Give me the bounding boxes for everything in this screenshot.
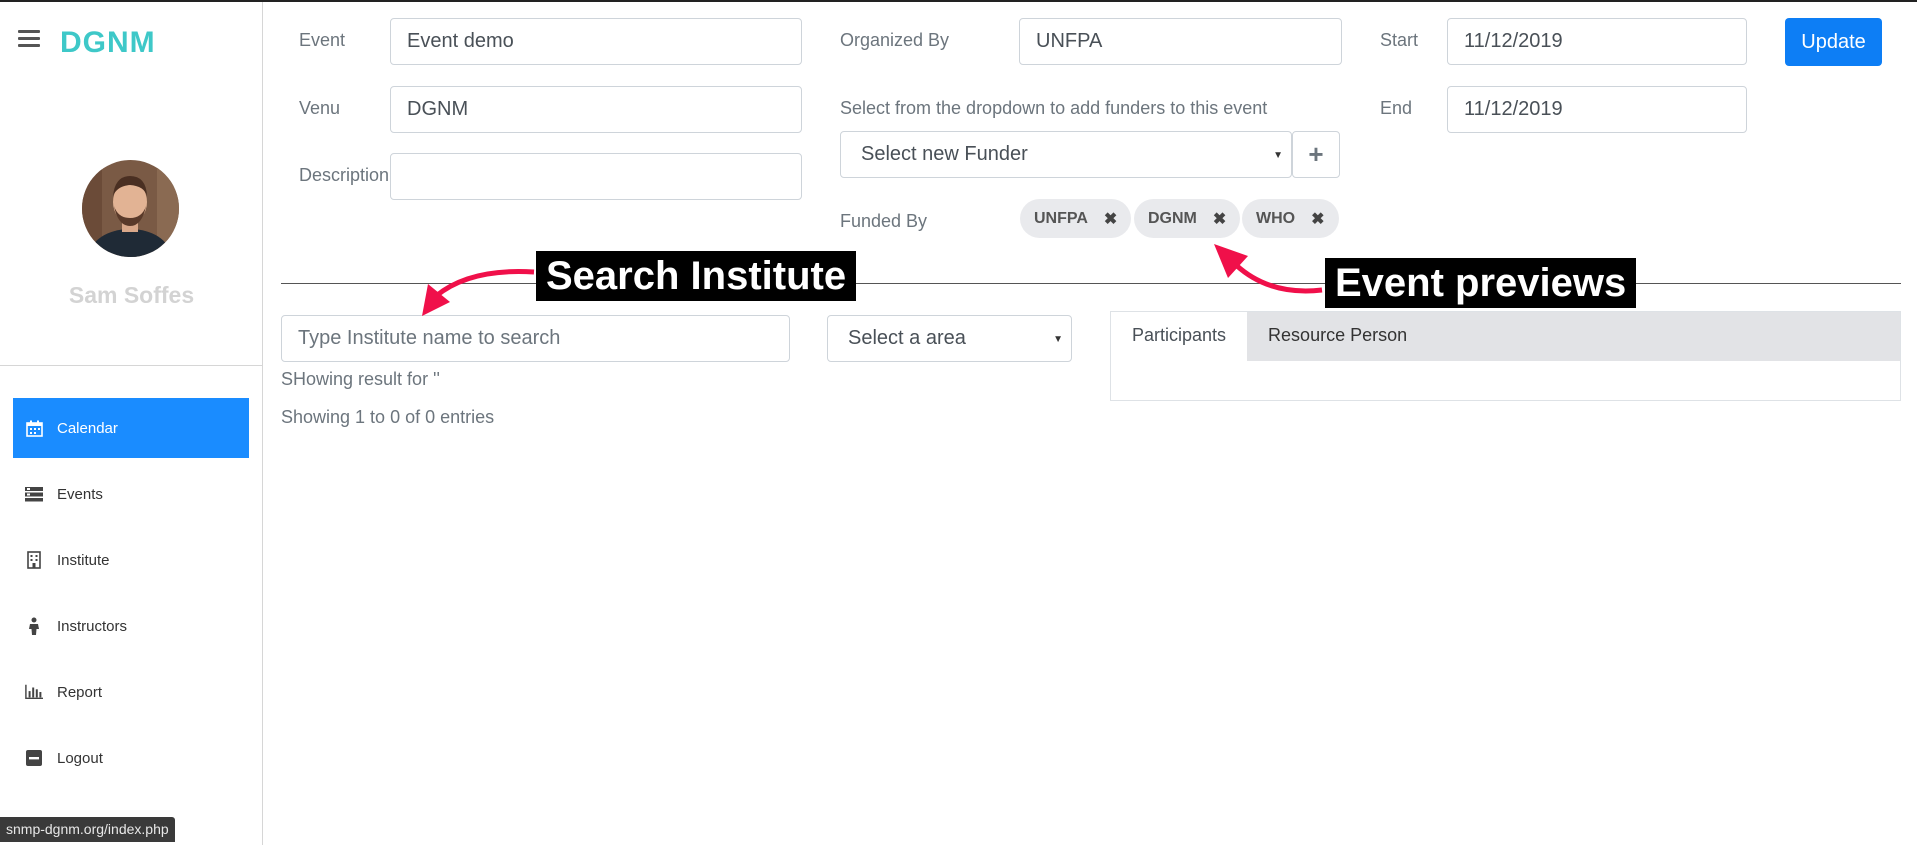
annotation-arrow-events <box>1214 244 1323 294</box>
